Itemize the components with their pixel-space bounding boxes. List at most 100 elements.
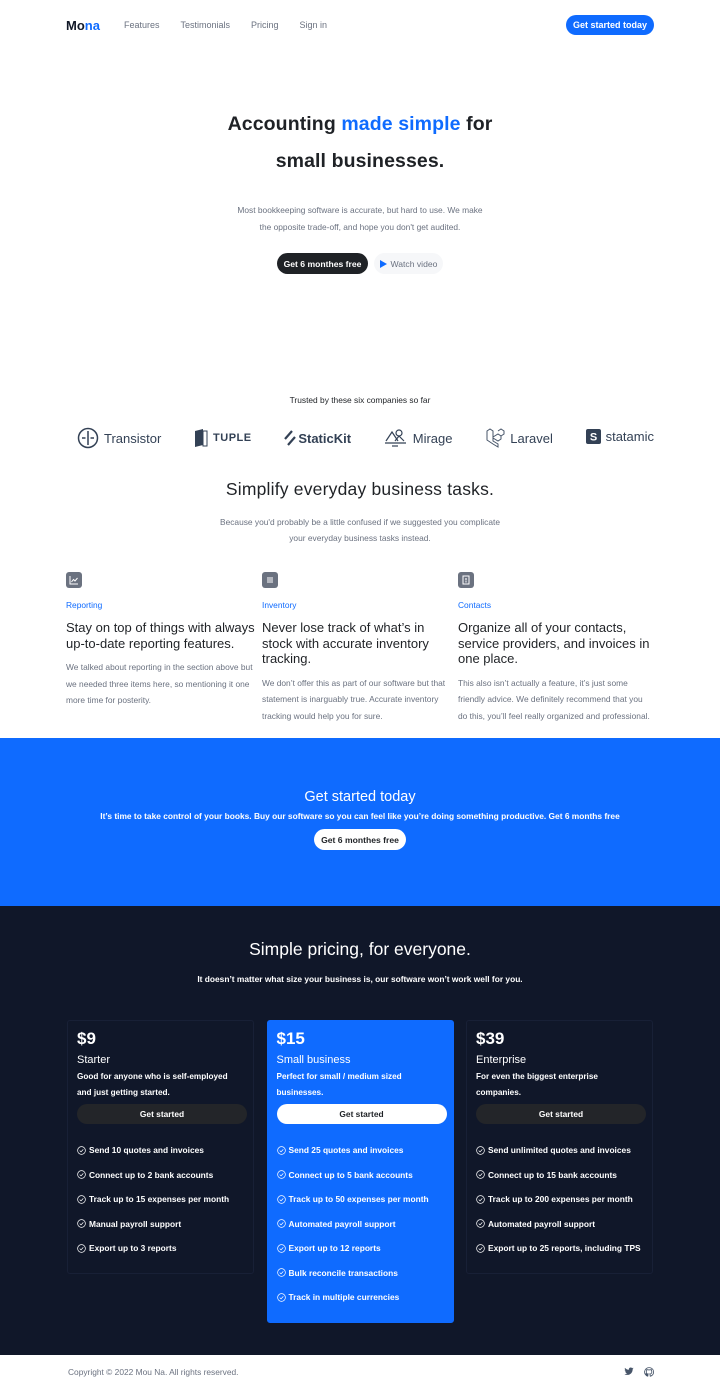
github-icon[interactable] <box>644 1366 654 1377</box>
plan-feature-list: Send 10 quotes and invoices Connect up to… <box>77 1138 244 1261</box>
plan-name: Starter <box>77 1054 111 1066</box>
features-description-line1: Because you'd probably be a little confu… <box>219 517 500 527</box>
plan-feature-item: Automated payroll support <box>276 1212 444 1237</box>
company-logos: Transistor TUPLE StaticKit Mirage Larave… <box>0 423 720 453</box>
plan-feature-text: Export up to 12 reports <box>288 1243 381 1254</box>
plan-feature-item: Track in multiple currencies <box>276 1285 444 1310</box>
hero-description: Most bookkeeping software is accurate, b… <box>0 202 720 235</box>
hero-description-line1: Most bookkeeping software is accurate, b… <box>237 205 483 215</box>
company-tuple: TUPLE <box>194 428 252 448</box>
check-circle-icon <box>276 1195 286 1204</box>
trusted-companies-section: Trusted by these six companies so far Tr… <box>0 395 720 453</box>
plan-feature-text: Automated payroll support <box>288 1218 396 1229</box>
company-statickit: StaticKit <box>284 430 351 446</box>
plan-feature-item: Connect up to 2 bank accounts <box>77 1163 244 1188</box>
check-circle-icon <box>476 1170 485 1179</box>
plan-feature-item: Export up to 25 reports, including TPS <box>476 1236 643 1261</box>
laravel-logo-icon <box>486 428 505 448</box>
company-name: Transistor <box>104 430 162 446</box>
plan-get-started-button[interactable]: Get started <box>77 1104 247 1124</box>
play-icon <box>380 259 388 268</box>
feature-reporting: Reporting Stay on top of things with alw… <box>66 572 262 724</box>
statamic-logo-icon: S <box>585 428 601 444</box>
get-6-months-free-button[interactable]: Get 6 monthes free <box>276 253 369 274</box>
svg-text:S: S <box>589 431 596 443</box>
watch-video-label: Watch video <box>390 258 438 269</box>
statickit-logo-icon <box>284 430 297 446</box>
top-navigation: Mona Features Testimonials Pricing Sign … <box>0 0 720 50</box>
feature-description: We don’t offer this as part of our softw… <box>262 677 446 721</box>
check-circle-icon <box>276 1293 286 1302</box>
feature-inventory: Inventory Never lose track of what’s in … <box>262 572 458 724</box>
plan-feature-item: Bulk reconcile transactions <box>276 1261 444 1286</box>
check-circle-icon <box>476 1195 485 1204</box>
logo-text-main: Mo <box>66 17 85 33</box>
watch-video-button[interactable]: Watch video <box>374 253 444 274</box>
plan-feature-text: Send 25 quotes and invoices <box>288 1145 404 1156</box>
plan-description: Perfect for small / medium sized busines… <box>276 1072 402 1097</box>
plan-feature-item: Connect up to 15 bank accounts <box>476 1163 643 1188</box>
plan-feature-list: Send 25 quotes and invoices Connect up to… <box>276 1138 444 1310</box>
logo-text-accent: na <box>84 17 100 33</box>
plan-feature-item: Export up to 3 reports <box>77 1236 244 1261</box>
plan-get-started-button[interactable]: Get started <box>476 1104 646 1124</box>
plan-feature-item: Send 25 quotes and invoices <box>276 1138 444 1163</box>
feature-tag: Inventory <box>262 600 297 610</box>
plan-feature-item: Manual payroll support <box>77 1212 244 1237</box>
check-circle-icon <box>276 1268 286 1277</box>
plan-feature-item: Track up to 50 expenses per month <box>276 1187 444 1212</box>
nav-link-testimonials[interactable]: Testimonials <box>180 20 230 30</box>
plan-feature-item: Track up to 15 expenses per month <box>77 1187 244 1212</box>
cta-description: It’s time to take control of your books.… <box>100 811 620 821</box>
features-description: Because you'd probably be a little confu… <box>0 514 720 546</box>
logo[interactable]: Mona <box>66 18 100 33</box>
plan-feature-text: Connect up to 15 bank accounts <box>488 1169 617 1180</box>
pricing-card-starter: $9 Starter Good for anyone who is self-emp… <box>67 1020 254 1274</box>
nav-link-features[interactable]: Features <box>124 20 160 30</box>
plan-feature-text: Send 10 quotes and invoices <box>89 1145 204 1156</box>
plan-get-started-button[interactable]: Get started <box>276 1104 447 1124</box>
check-circle-icon <box>77 1146 86 1155</box>
nav-link-pricing[interactable]: Pricing <box>251 20 279 30</box>
hero-title-line2: small businesses. <box>275 150 445 172</box>
tuple-logo-icon <box>195 429 208 447</box>
company-statamic: S statamic <box>585 428 654 444</box>
list-icon <box>262 572 278 588</box>
pricing-title: Simple pricing, for everyone. <box>249 939 471 959</box>
twitter-icon[interactable] <box>624 1367 634 1376</box>
plan-price: $15 <box>276 1029 305 1048</box>
plan-feature-text: Bulk reconcile transactions <box>288 1267 398 1278</box>
feature-title: Never lose track of what’s in stock with… <box>262 620 429 666</box>
trusted-label: Trusted by these six companies so far <box>289 395 431 405</box>
nav-link-sign-in[interactable]: Sign in <box>300 20 328 30</box>
hero-description-line2: the opposite trade-off, and hope you don… <box>259 221 461 232</box>
feature-tag: Contacts <box>458 600 492 610</box>
check-circle-icon <box>276 1170 286 1179</box>
features-grid: Reporting Stay on top of things with alw… <box>0 572 720 724</box>
features-description-line2: your everyday business tasks instead. <box>289 533 431 543</box>
company-name: Laravel <box>510 430 553 446</box>
feature-description: We talked about reporting in the section… <box>66 662 253 705</box>
social-links <box>624 1366 654 1377</box>
plan-feature-item: Connect up to 5 bank accounts <box>276 1163 444 1188</box>
check-circle-icon <box>476 1219 485 1228</box>
features-title: Simplify everyday business tasks. <box>225 479 495 499</box>
hero-title-start: Accounting <box>227 113 342 135</box>
get-started-today-button[interactable]: Get started today <box>565 15 654 35</box>
company-mirage: Mirage <box>384 428 453 448</box>
plan-feature-text: Track in multiple currencies <box>288 1292 400 1303</box>
plan-feature-item: Automated payroll support <box>476 1212 643 1237</box>
features-header: Simplify everyday business tasks. Becaus… <box>0 479 720 546</box>
plan-feature-text: Track up to 50 expenses per month <box>288 1194 429 1205</box>
company-transistor: Transistor <box>77 427 161 449</box>
footer: Copyright © 2022 Mou Na. All rights rese… <box>0 1355 720 1388</box>
plan-feature-item: Send 10 quotes and invoices <box>77 1138 244 1163</box>
plan-feature-text: Automated payroll support <box>488 1218 596 1229</box>
plan-feature-text: Connect up to 5 bank accounts <box>288 1169 413 1180</box>
check-circle-icon <box>476 1146 485 1155</box>
check-circle-icon <box>77 1170 86 1179</box>
hero-section: Accounting made simple for small busines… <box>0 50 720 395</box>
feature-tag: Reporting <box>66 600 103 610</box>
cta-get-6-months-free-button[interactable]: Get 6 monthes free <box>314 829 406 850</box>
hero-buttons: Get 6 monthes free Watch video <box>0 253 720 274</box>
